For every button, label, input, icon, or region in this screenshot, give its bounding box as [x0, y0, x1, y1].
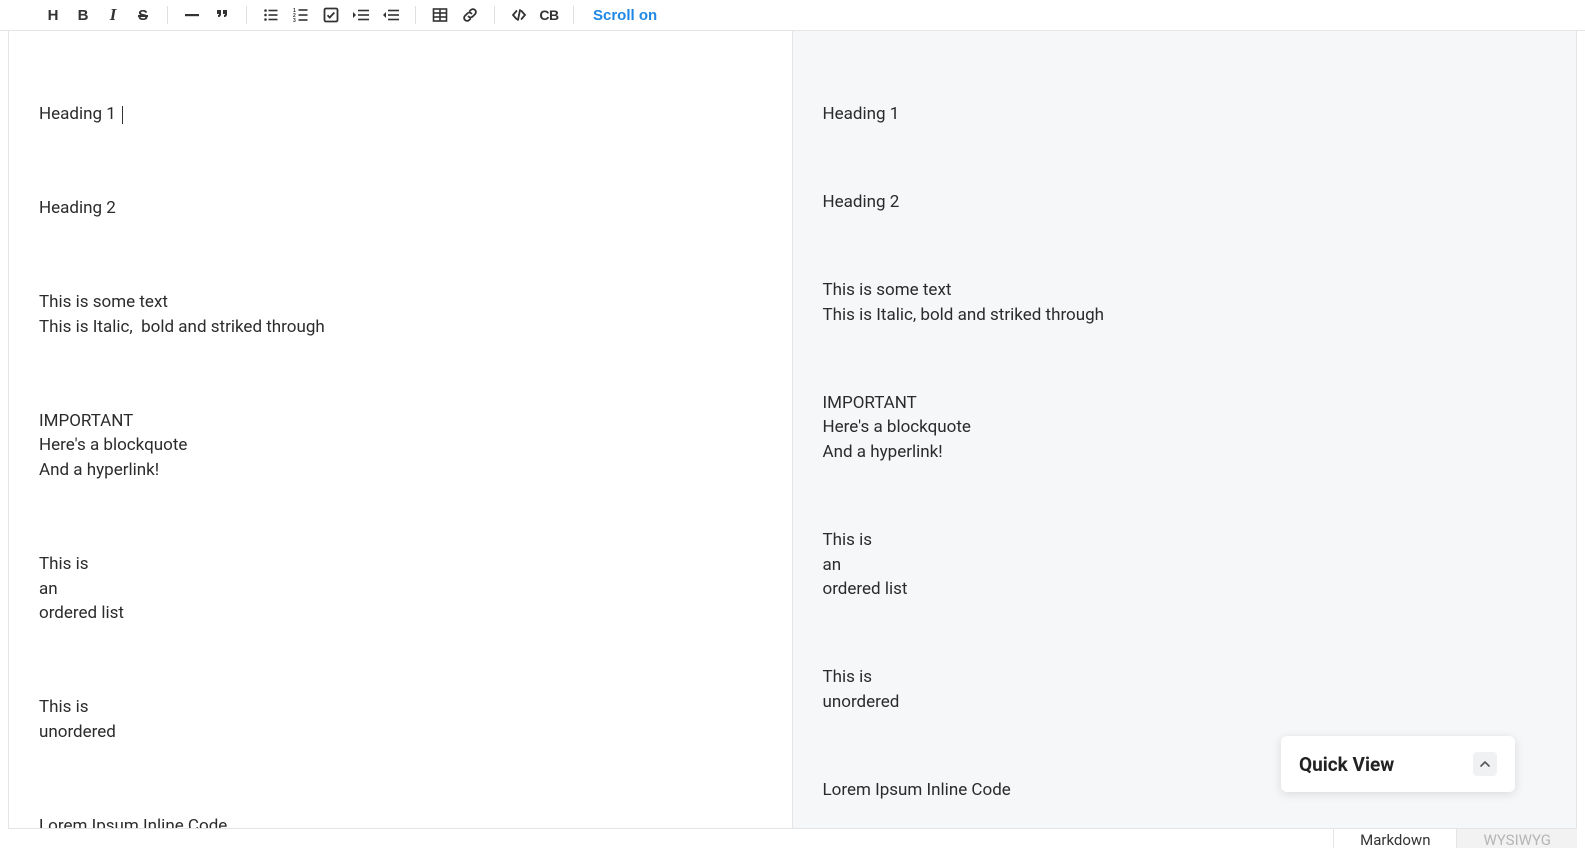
- tab-markdown[interactable]: Markdown: [1333, 829, 1456, 848]
- preview-line: This is Italic, bold and striked through: [823, 305, 1105, 325]
- code-button[interactable]: [504, 0, 534, 30]
- codeblock-icon: CB: [539, 7, 558, 23]
- svg-text:3: 3: [293, 18, 296, 23]
- content-area: Heading 1 Heading 2 This is some text Thi…: [8, 31, 1577, 848]
- outdent-icon: [382, 7, 400, 23]
- preview-line: Heading 2: [823, 192, 900, 212]
- preview-line: unordered: [823, 692, 900, 712]
- preview-line: And a hyperlink!: [823, 442, 943, 462]
- editor-line[interactable]: an: [39, 579, 58, 599]
- code-icon: [511, 7, 527, 23]
- bold-button[interactable]: B: [68, 0, 98, 30]
- italic-icon: I: [110, 5, 117, 25]
- quick-view-title: Quick View: [1299, 753, 1394, 776]
- editor-line[interactable]: And a hyperlink!: [39, 460, 159, 480]
- editor-line[interactable]: Here's a blockquote: [39, 435, 187, 455]
- toolbar-separator: [494, 6, 495, 24]
- editor-line[interactable]: Heading 1: [39, 104, 116, 124]
- task-list-button[interactable]: [316, 0, 346, 30]
- unordered-list-icon: [263, 7, 279, 23]
- editor-body[interactable]: Heading 1 Heading 2 This is some text Thi…: [9, 31, 792, 848]
- task-list-icon: [323, 7, 339, 23]
- codeblock-button[interactable]: CB: [534, 0, 564, 30]
- editor-line[interactable]: unordered: [39, 722, 116, 742]
- footer-tabs: Markdown WYSIWYG: [1333, 829, 1577, 848]
- preview-line: ordered list: [823, 579, 908, 599]
- indent-icon: [352, 7, 370, 23]
- footer: Markdown WYSIWYG: [8, 828, 1577, 848]
- preview-line: Lorem Ipsum Inline Code: [823, 780, 1011, 800]
- editor-line[interactable]: This is Italic, bold and striked through: [39, 317, 325, 337]
- editor-line[interactable]: This is: [39, 554, 89, 574]
- preview-line: Heading 1: [823, 104, 900, 124]
- link-button[interactable]: [455, 0, 485, 30]
- tab-wysiwyg[interactable]: WYSIWYG: [1456, 829, 1577, 848]
- italic-button[interactable]: I: [98, 0, 128, 30]
- chevron-up-icon: [1479, 758, 1491, 770]
- preview-line: This is: [823, 667, 873, 687]
- scroll-toggle-button[interactable]: Scroll on: [583, 0, 667, 30]
- text-cursor: [122, 106, 123, 124]
- editor-line[interactable]: Heading 2: [39, 198, 116, 218]
- editor-line[interactable]: This is some text: [39, 292, 168, 312]
- toolbar-separator: [415, 6, 416, 24]
- preview-pane: Heading 1 Heading 2 This is some text Thi…: [793, 31, 1577, 848]
- unordered-list-button[interactable]: [256, 0, 286, 30]
- horizontal-rule-button[interactable]: [177, 0, 207, 30]
- preview-line: This is: [823, 530, 873, 550]
- ordered-list-button[interactable]: 123: [286, 0, 316, 30]
- editor-line[interactable]: This is: [39, 697, 89, 717]
- ordered-list-icon: 123: [293, 7, 309, 23]
- preview-line: IMPORTANT: [823, 393, 917, 413]
- link-icon: [462, 7, 478, 23]
- blockquote-button[interactable]: [207, 0, 237, 30]
- preview-body: Heading 1 Heading 2 This is some text Thi…: [793, 31, 1577, 848]
- editor-pane[interactable]: Heading 1 Heading 2 This is some text Thi…: [9, 31, 793, 848]
- outdent-button[interactable]: [376, 0, 406, 30]
- toolbar-separator: [246, 6, 247, 24]
- toolbar: H B I S 123: [0, 0, 1585, 31]
- toolbar-separator: [573, 6, 574, 24]
- preview-line: Here's a blockquote: [823, 417, 971, 437]
- editor-line[interactable]: IMPORTANT: [39, 411, 133, 431]
- quick-view-card: Quick View: [1281, 736, 1515, 792]
- strikethrough-button[interactable]: S: [128, 0, 158, 30]
- table-button[interactable]: [425, 0, 455, 30]
- indent-button[interactable]: [346, 0, 376, 30]
- bold-icon: B: [78, 7, 89, 24]
- preview-line: This is some text: [823, 280, 952, 300]
- blockquote-icon: [214, 7, 230, 23]
- app-root: H B I S 123: [0, 0, 1585, 848]
- toolbar-separator: [167, 6, 168, 24]
- heading-button[interactable]: H: [38, 0, 68, 30]
- strikethrough-icon: S: [138, 7, 148, 24]
- editor-line[interactable]: ordered list: [39, 603, 124, 623]
- table-icon: [432, 7, 448, 23]
- heading-icon: H: [48, 7, 59, 24]
- horizontal-rule-icon: [184, 7, 200, 23]
- preview-line: an: [823, 555, 842, 575]
- quick-view-toggle[interactable]: [1473, 752, 1497, 776]
